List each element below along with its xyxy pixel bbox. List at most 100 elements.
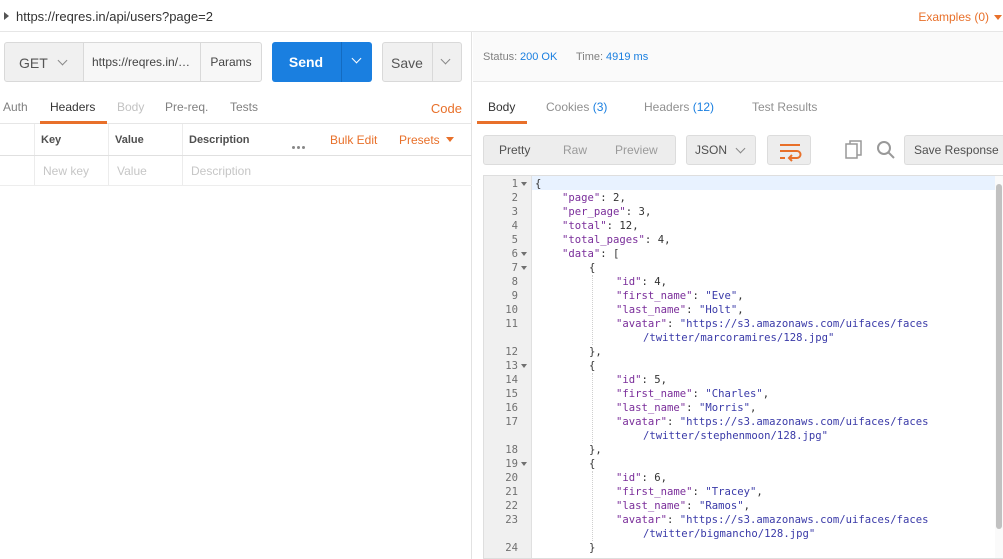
send-divider — [341, 42, 342, 82]
code-line: 12}, — [484, 345, 996, 359]
code-line: 9 "first_name": "Eve", — [484, 289, 996, 303]
json-token: "data" — [562, 248, 601, 260]
params-button[interactable]: Params — [200, 42, 262, 82]
code-text: "total_pages": 4, — [562, 233, 670, 247]
save-button[interactable]: Save — [382, 42, 462, 82]
line-number: 20 — [505, 472, 518, 484]
json-token: : — [600, 192, 614, 204]
json-token: "first_name" — [616, 290, 693, 302]
code-line: 10 "last_name": "Holt", — [484, 303, 996, 317]
copy-icon[interactable] — [845, 140, 863, 160]
code-line: 8 "id": 4, — [484, 275, 996, 289]
send-button[interactable]: Send — [272, 42, 372, 82]
json-token: : — [667, 318, 680, 330]
json-token: "https://s3.amazonaws.com/uifaces/faces — [679, 416, 929, 428]
json-token: "last_name" — [616, 500, 687, 512]
column-key: Key — [34, 124, 108, 155]
json-token: "total_pages" — [562, 234, 645, 246]
code-text: /twitter/marcoramires/128.jpg" — [643, 331, 834, 345]
code-line: /twitter/stephenmoon/128.jpg" — [484, 429, 996, 443]
presets-dropdown[interactable]: Presets — [399, 124, 440, 156]
json-token: : [ — [600, 248, 620, 260]
new-key-input[interactable]: New key — [34, 156, 108, 185]
scrollbar-track[interactable] — [995, 176, 1003, 558]
line-number: 16 — [505, 402, 518, 414]
json-token: : — [641, 374, 655, 386]
tab-label: Cookies — [546, 100, 590, 114]
chevron-down-icon — [735, 143, 746, 154]
code-line: 1{ — [484, 177, 996, 191]
tab-pre-request[interactable]: Pre-req. — [165, 100, 208, 114]
tab-tests[interactable]: Tests — [230, 100, 258, 114]
scrollbar-thumb[interactable] — [996, 184, 1002, 529]
line-number: 18 — [505, 444, 518, 456]
indent-guide — [592, 373, 593, 443]
line-number: 3 — [511, 206, 518, 218]
new-value-input[interactable]: Value — [108, 156, 182, 185]
fold-toggle-icon[interactable] — [521, 252, 527, 256]
line-number: 1 — [511, 178, 518, 190]
view-raw-button[interactable]: Raw — [563, 143, 587, 157]
view-pretty-button[interactable]: Pretty — [499, 143, 530, 157]
code-line: 7{ — [484, 261, 996, 275]
line-number: 11 — [505, 318, 518, 330]
view-mode-group: Pretty Raw Preview — [483, 135, 676, 165]
code-line: 2 "page": 2, — [484, 191, 996, 205]
request-title[interactable]: https://reqres.in/api/users?page=2 — [16, 9, 213, 24]
search-icon[interactable] — [876, 140, 896, 160]
tab-headers[interactable]: Headers — [50, 100, 95, 114]
code-text: } — [589, 541, 595, 555]
examples-caret-icon[interactable] — [994, 15, 1002, 20]
code-link[interactable]: Code — [431, 101, 462, 116]
tab-count: (3) — [592, 100, 608, 114]
url-input[interactable]: https://reqres.in/api/users?page=2 — [84, 42, 201, 82]
more-options-icon[interactable] — [292, 138, 307, 152]
response-body-viewer[interactable]: 1{2 "page": 2, 3 "per_page": 3, 4 "total": 12… — [483, 175, 1003, 559]
send-options-chevron-icon[interactable] — [351, 53, 362, 64]
json-token: , — [632, 220, 639, 232]
fold-toggle-icon[interactable] — [521, 364, 527, 368]
code-text: "first_name": "Eve", — [616, 289, 744, 303]
json-token: , — [749, 402, 757, 414]
tab-response-headers[interactable]: Headers (12) — [644, 100, 714, 114]
method-select[interactable]: GET — [4, 42, 84, 82]
method-label: GET — [19, 55, 48, 71]
code-text: "first_name": "Tracey", — [616, 485, 763, 499]
view-preview-button[interactable]: Preview — [615, 143, 658, 157]
json-token: "Morris" — [698, 402, 750, 414]
expand-triangle-icon[interactable] — [4, 12, 9, 20]
fold-toggle-icon[interactable] — [521, 266, 527, 270]
column-description: Description — [182, 124, 282, 155]
wrap-lines-icon — [780, 144, 802, 162]
json-token: "total" — [562, 220, 607, 232]
json-token: "id" — [616, 374, 642, 386]
tab-response-body[interactable]: Body — [488, 100, 515, 114]
save-response-button[interactable]: Save Response — [904, 135, 1003, 165]
json-token: : — [692, 486, 706, 498]
line-number: 22 — [505, 500, 518, 512]
code-line: 6 "data": [ — [484, 247, 996, 261]
new-description-input[interactable]: Description — [182, 156, 472, 185]
fold-toggle-icon[interactable] — [521, 462, 527, 466]
code-text: "id": 6, — [616, 471, 667, 485]
code-line: 20 "id": 6, — [484, 471, 996, 485]
line-number: 2 — [511, 192, 518, 204]
wrap-lines-button[interactable] — [767, 135, 811, 165]
tab-body[interactable]: Body — [117, 100, 144, 114]
examples-dropdown[interactable]: Examples (0) — [918, 10, 989, 24]
format-select[interactable]: JSON — [686, 135, 756, 165]
json-token: } — [589, 542, 596, 554]
tab-test-results[interactable]: Test Results — [752, 100, 817, 114]
save-options-chevron-icon[interactable] — [440, 54, 451, 65]
tab-cookies[interactable]: Cookies (3) — [546, 100, 607, 114]
tab-auth[interactable]: Auth — [3, 100, 28, 114]
line-number: 12 — [505, 346, 518, 358]
tab-count: (12) — [692, 100, 715, 114]
fold-toggle-icon[interactable] — [521, 182, 527, 186]
bulk-edit-link[interactable]: Bulk Edit — [330, 124, 377, 156]
code-line: 16 "last_name": "Morris", — [484, 401, 996, 415]
line-number: 5 — [511, 234, 518, 246]
code-line: 13 { — [484, 359, 996, 373]
presets-caret-icon[interactable] — [446, 137, 454, 142]
table-header: Key Value Description Bulk Edit Presets — [0, 124, 472, 156]
